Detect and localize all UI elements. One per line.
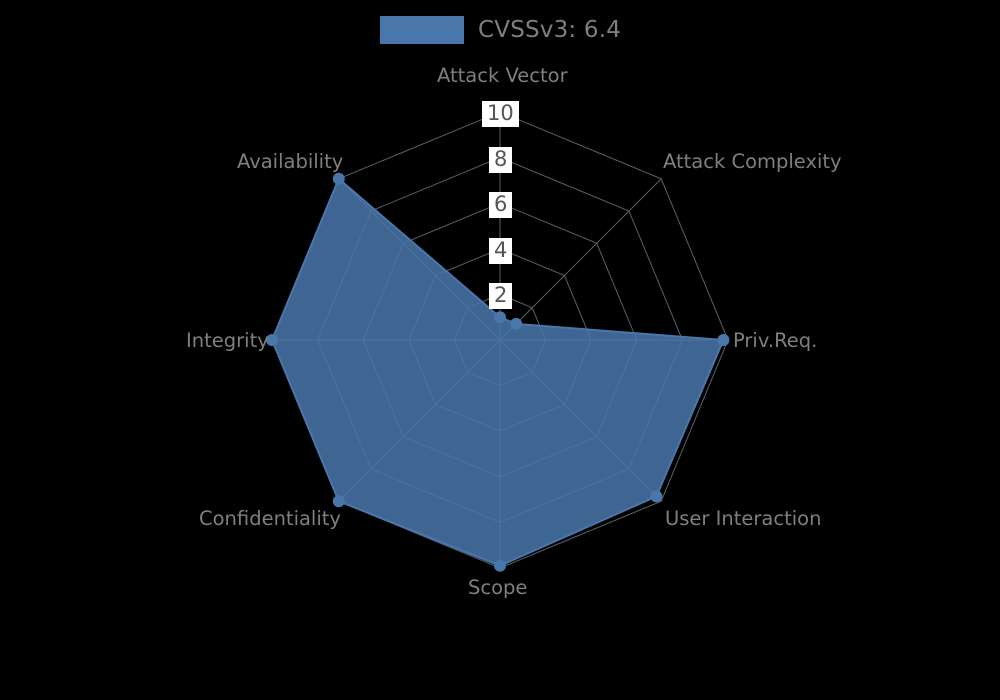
data-point-0 (494, 311, 506, 324)
axis-label-user-interaction: User Interaction (665, 507, 822, 530)
data-point-2 (717, 334, 730, 346)
axis-label-priv-req: Priv.Req. (733, 329, 818, 352)
tick-label-8: 8 (489, 147, 513, 173)
legend-label-cvssv3: CVSSv3: 6.4 (478, 17, 622, 43)
tick-label-4: 4 (489, 238, 513, 264)
tick-label-10: 10 (482, 101, 519, 127)
axis-label-integrity: Integrity (186, 329, 269, 352)
axis-label-attack-vector: Attack Vector (437, 64, 568, 87)
data-point-5 (332, 495, 345, 508)
axis-label-confidentiality: Confidentiality (199, 507, 341, 530)
axis-label-availability: Availability (237, 150, 344, 173)
axis-label-scope: Scope (468, 576, 528, 599)
grid-spoke-1 (499, 178, 662, 341)
chart-legend: CVSSv3: 6.4 (380, 16, 621, 44)
data-point-4 (494, 559, 506, 572)
legend-swatch-cvssv3 (380, 16, 464, 44)
radar-chart-figure: CVSSv3: 6.4 Attack Vector Attack Complex… (0, 0, 1000, 700)
data-point-3 (650, 490, 663, 503)
data-point-7 (332, 172, 345, 185)
tick-label-6: 6 (489, 192, 513, 218)
tick-label-2: 2 (489, 283, 513, 309)
axis-label-attack-complexity: Attack Complexity (663, 150, 842, 173)
data-point-1 (510, 317, 523, 330)
